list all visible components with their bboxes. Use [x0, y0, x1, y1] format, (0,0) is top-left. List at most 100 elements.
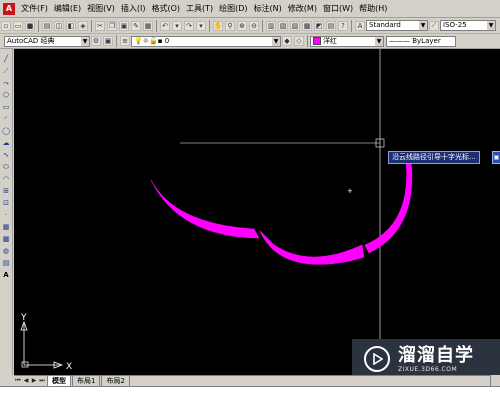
make-layer-current-icon[interactable]: ◆	[282, 36, 292, 46]
menu-window[interactable]: 窗口(W)	[320, 3, 356, 14]
publish-icon[interactable]: ◧	[66, 20, 76, 31]
play-triangle-icon	[373, 353, 383, 365]
gradient-icon[interactable]: ▩	[1, 234, 11, 244]
block-editor-icon[interactable]: ▦	[143, 20, 153, 31]
hatch-icon[interactable]: ▦	[1, 222, 11, 232]
drawing-canvas[interactable]: + Y X 沿云线路径引导十字光标... ▣ 溜溜自学 ZIXUE.3D66.C…	[14, 49, 500, 375]
markup-icon[interactable]: ◩	[314, 20, 324, 31]
rectangle-icon[interactable]: ▭	[1, 102, 11, 112]
menu-edit[interactable]: 编辑(E)	[51, 3, 84, 14]
layer-previous-icon[interactable]: ◇	[294, 36, 304, 46]
toolbar-separator	[116, 35, 117, 47]
watermark-text: 溜溜自学 ZIXUE.3D66.COM	[398, 345, 474, 373]
chevron-down-icon: ▼	[272, 36, 280, 46]
polygon-icon[interactable]: ⬠	[1, 90, 11, 100]
cut-icon[interactable]: ✂	[95, 20, 105, 31]
menu-view[interactable]: 视图(V)	[84, 3, 118, 14]
next-tab-icon[interactable]: ▶	[30, 377, 38, 385]
copy-icon[interactable]: ❐	[107, 20, 117, 31]
undo-icon[interactable]: ↶	[160, 20, 170, 31]
quickcalc-icon[interactable]: ▤	[326, 20, 336, 31]
color-value: 洋红	[323, 36, 337, 45]
revision-cloud-arc-2	[259, 230, 365, 265]
dynamic-input-indicator: ▣	[492, 151, 500, 164]
layer-manager-icon[interactable]: ≡	[120, 36, 130, 46]
circle-icon[interactable]: ◯	[1, 126, 11, 136]
ellipse-arc-icon[interactable]: ◠	[1, 174, 11, 184]
match-properties-icon[interactable]: ✎	[131, 20, 141, 31]
zoom-realtime-icon[interactable]: ⚲	[225, 20, 235, 31]
text-style-select[interactable]: Standard ▼	[366, 20, 428, 31]
paste-icon[interactable]: ▣	[119, 20, 129, 31]
draw-toolbar: ╱ ⟋ ⤳ ⬠ ▭ ◜ ◯ ☁ ∿ ⬭ ◠ ⊞ ⊡ · ▦ ▩ ◍ ▤ A	[0, 49, 13, 375]
point-icon[interactable]: ·	[1, 210, 11, 220]
3d-dwf-icon[interactable]: ◈	[78, 20, 88, 31]
tab-layout2[interactable]: 布局2	[101, 375, 130, 387]
workspace-value: AutoCAD 经典	[7, 36, 55, 45]
design-center-icon[interactable]: ▧	[278, 20, 288, 31]
construction-line-icon[interactable]: ⟋	[1, 66, 11, 76]
dim-style-icon[interactable]: ⟋	[429, 20, 439, 31]
region-icon[interactable]: ◍	[1, 246, 11, 256]
menu-modify[interactable]: 修改(M)	[285, 3, 320, 14]
open-file-icon[interactable]: ▭	[13, 20, 23, 31]
zoom-window-icon[interactable]: ⊕	[237, 20, 247, 31]
tab-model[interactable]: 模型	[47, 375, 71, 387]
menu-draw[interactable]: 绘图(D)	[216, 3, 250, 14]
workspace-settings-icon[interactable]: ⚙	[91, 36, 101, 46]
watermark-url: ZIXUE.3D66.COM	[398, 365, 458, 373]
tool-palettes-icon[interactable]: ▨	[290, 20, 300, 31]
cursor-marker: +	[347, 187, 353, 195]
save-icon[interactable]: ■	[25, 20, 35, 31]
redo-dropdown-icon[interactable]: ▾	[196, 20, 206, 31]
undo-dropdown-icon[interactable]: ▾	[172, 20, 182, 31]
redo-icon[interactable]: ↷	[184, 20, 194, 31]
menu-help[interactable]: 帮助(H)	[356, 3, 390, 14]
zoom-previous-icon[interactable]: ⊖	[249, 20, 259, 31]
ellipse-icon[interactable]: ⬭	[1, 162, 11, 172]
play-logo-icon	[364, 346, 390, 372]
revision-cloud-icon[interactable]: ☁	[1, 138, 11, 148]
help-icon[interactable]: ?	[338, 20, 348, 31]
command-line[interactable]	[0, 386, 500, 405]
standard-toolbar: ▫ ▭ ■ ▤ ◫ ◧ ◈ ✂ ❐ ▣ ✎ ▦ ↶ ▾ ↷ ▾ ✋ ⚲ ⊕ ⊖ …	[0, 18, 500, 34]
polyline-icon[interactable]: ⤳	[1, 78, 11, 88]
first-tab-icon[interactable]: ⏮	[14, 377, 22, 385]
linetype-select[interactable]: ——— ByLayer	[386, 35, 456, 47]
arc-icon[interactable]: ◜	[1, 114, 11, 124]
multiline-text-icon[interactable]: A	[1, 270, 11, 280]
menu-tools[interactable]: 工具(T)	[183, 3, 216, 14]
toolbar-separator	[307, 35, 308, 47]
menu-bar: A 文件(F) 编辑(E) 视图(V) 插入(I) 格式(O) 工具(T) 绘图…	[0, 0, 500, 18]
menu-dimension[interactable]: 标注(N)	[251, 3, 285, 14]
sheet-set-icon[interactable]: ▩	[302, 20, 312, 31]
dim-style-select[interactable]: ISO-25 ▼	[440, 20, 496, 31]
color-select[interactable]: 洋红 ▼	[310, 35, 384, 47]
pan-icon[interactable]: ✋	[213, 20, 223, 31]
layer-select[interactable]: 💡☼🔓▪ 0 ▼	[131, 35, 281, 47]
table-icon[interactable]: ▤	[1, 258, 11, 268]
menu-format[interactable]: 格式(O)	[148, 3, 183, 14]
print-icon[interactable]: ▤	[42, 20, 52, 31]
prev-tab-icon[interactable]: ◀	[22, 377, 30, 385]
properties-icon[interactable]: ▥	[266, 20, 276, 31]
text-style-icon[interactable]: A	[355, 20, 365, 31]
horizontal-scrollbar-arrow[interactable]	[490, 375, 500, 386]
insert-block-icon[interactable]: ⊞	[1, 186, 11, 196]
watermark-logo: 溜溜自学 ZIXUE.3D66.COM	[352, 339, 500, 375]
new-file-icon[interactable]: ▫	[1, 20, 11, 31]
last-tab-icon[interactable]: ⏭	[38, 377, 46, 385]
make-block-icon[interactable]: ⊡	[1, 198, 11, 208]
drawing-svg: + Y X	[20, 49, 413, 372]
menu-insert[interactable]: 插入(I)	[118, 3, 149, 14]
autocad-app-icon[interactable]: A	[3, 2, 15, 15]
ucs-y-label: Y	[20, 313, 27, 323]
spline-icon[interactable]: ∿	[1, 150, 11, 160]
workspace-select[interactable]: AutoCAD 经典 ▼	[4, 35, 90, 47]
line-icon[interactable]: ╱	[1, 54, 11, 64]
menu-file[interactable]: 文件(F)	[18, 3, 51, 14]
ucs-icon	[20, 320, 64, 369]
tab-layout1[interactable]: 布局1	[72, 375, 101, 387]
workspace-save-icon[interactable]: ▣	[103, 36, 113, 46]
print-preview-icon[interactable]: ◫	[54, 20, 64, 31]
